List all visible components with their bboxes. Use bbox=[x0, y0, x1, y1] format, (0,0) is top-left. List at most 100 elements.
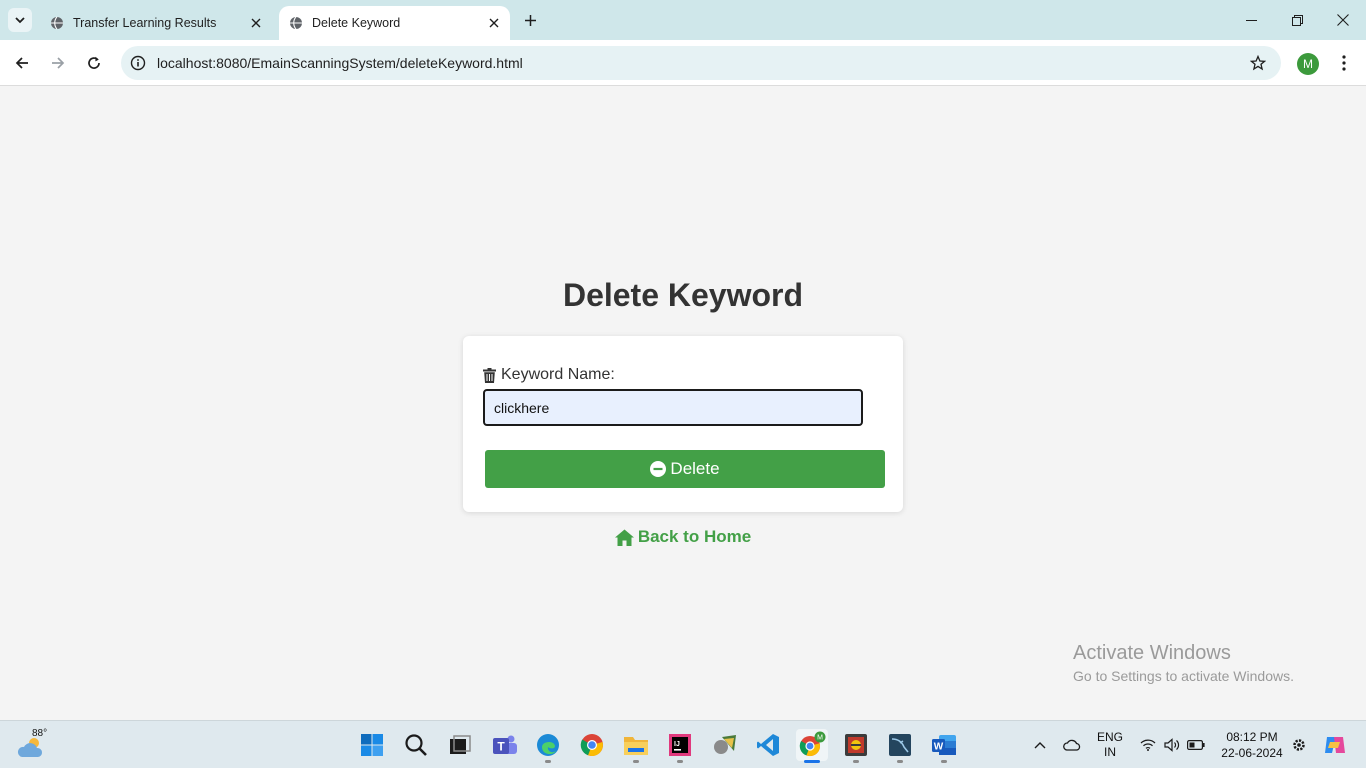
misc-app[interactable] bbox=[709, 729, 741, 761]
edge-icon bbox=[537, 734, 559, 756]
arrow-right-icon bbox=[52, 57, 65, 69]
minimize-button[interactable] bbox=[1228, 0, 1274, 40]
back-to-home-link[interactable]: Back to Home bbox=[614, 527, 752, 547]
focus-settings-button[interactable] bbox=[1288, 721, 1310, 768]
volume-icon bbox=[1164, 738, 1180, 752]
mysql-workbench-app[interactable] bbox=[884, 729, 916, 763]
search-icon bbox=[405, 734, 427, 756]
vscode-app[interactable] bbox=[752, 729, 784, 761]
start-button[interactable] bbox=[356, 729, 388, 761]
browser-menu-button[interactable] bbox=[1332, 49, 1356, 77]
svg-text:T: T bbox=[497, 740, 505, 754]
back-to-home-label: Back to Home bbox=[637, 527, 752, 546]
profile-avatar[interactable]: M bbox=[1297, 53, 1319, 75]
task-view-icon bbox=[450, 735, 471, 754]
intellij-app[interactable]: IJ bbox=[664, 729, 696, 763]
svg-text:IJ: IJ bbox=[674, 741, 680, 748]
keyword-name-label: Keyword Name: bbox=[483, 366, 615, 384]
teams-app[interactable]: T bbox=[489, 729, 521, 761]
running-indicator bbox=[853, 760, 859, 763]
tab-search-button[interactable] bbox=[8, 8, 32, 32]
app-icon bbox=[845, 734, 867, 756]
chrome-profile-icon: M bbox=[799, 731, 826, 757]
folder-icon bbox=[624, 737, 648, 755]
close-icon[interactable] bbox=[246, 13, 266, 33]
reload-icon bbox=[88, 56, 100, 69]
chevron-up-icon bbox=[1034, 742, 1046, 749]
site-info-icon[interactable] bbox=[123, 48, 153, 78]
minimize-icon bbox=[1245, 19, 1257, 21]
word-icon: W bbox=[932, 735, 956, 755]
browser-toolbar: localhost:8080/EmainScanningSystem/delet… bbox=[0, 40, 1366, 86]
activate-windows-watermark: Activate Windows Go to Settings to activ… bbox=[1073, 642, 1294, 684]
minus-circle-icon bbox=[650, 461, 667, 477]
close-window-button[interactable] bbox=[1320, 0, 1366, 40]
battery-button[interactable] bbox=[1185, 721, 1207, 768]
svg-text:M: M bbox=[817, 735, 823, 742]
home-icon bbox=[614, 529, 634, 546]
misc-app-2[interactable] bbox=[840, 729, 872, 763]
cloud-icon bbox=[1063, 739, 1081, 751]
keyword-name-input[interactable] bbox=[483, 389, 863, 426]
url-text[interactable]: localhost:8080/EmainScanningSystem/delet… bbox=[157, 55, 1243, 71]
wifi-button[interactable] bbox=[1137, 721, 1159, 768]
close-icon bbox=[1337, 14, 1349, 26]
input-language-button[interactable]: ENG IN bbox=[1093, 721, 1127, 768]
page-title: Delete Keyword bbox=[562, 277, 804, 313]
region-code: IN bbox=[1104, 745, 1116, 759]
close-icon[interactable] bbox=[484, 13, 504, 33]
back-link-container: Back to Home bbox=[0, 527, 1366, 547]
edge-app[interactable] bbox=[532, 729, 564, 763]
globe-icon bbox=[288, 15, 304, 31]
svg-text:W: W bbox=[934, 742, 944, 753]
tab-title: Transfer Learning Results bbox=[73, 16, 217, 30]
onedrive-button[interactable] bbox=[1060, 721, 1084, 768]
bookmark-star-icon[interactable] bbox=[1243, 48, 1273, 78]
wifi-icon bbox=[1140, 739, 1156, 751]
copilot-button[interactable] bbox=[1320, 721, 1350, 768]
volume-button[interactable] bbox=[1161, 721, 1183, 768]
file-explorer-app[interactable] bbox=[620, 729, 652, 763]
tab-title: Delete Keyword bbox=[312, 16, 401, 30]
app-icon bbox=[714, 735, 736, 754]
page-content: Delete Keyword Keyword Name: Delete Back… bbox=[0, 87, 1366, 720]
restore-button[interactable] bbox=[1274, 0, 1320, 40]
arrow-left-icon bbox=[15, 57, 28, 69]
weather-temp: 88° bbox=[32, 728, 48, 739]
running-indicator bbox=[804, 760, 820, 763]
address-bar[interactable]: localhost:8080/EmainScanningSystem/delet… bbox=[121, 46, 1281, 80]
reload-button[interactable] bbox=[80, 49, 108, 77]
battery-icon bbox=[1187, 740, 1205, 750]
clock-button[interactable]: 08:12 PM 22-06-2024 bbox=[1214, 721, 1290, 768]
clock-time: 08:12 PM bbox=[1226, 730, 1278, 744]
chrome-profile-app[interactable]: M bbox=[796, 729, 828, 763]
restore-icon bbox=[1291, 14, 1303, 26]
browser-tabstrip: Transfer Learning Results Delete Keyword bbox=[0, 0, 1366, 40]
running-indicator bbox=[545, 760, 551, 763]
delete-button[interactable]: Delete bbox=[485, 450, 885, 488]
copilot-icon bbox=[1325, 737, 1345, 753]
chevron-down-icon bbox=[15, 17, 25, 24]
teams-icon: T bbox=[493, 735, 517, 754]
show-hidden-icons-button[interactable] bbox=[1030, 721, 1050, 768]
running-indicator bbox=[897, 760, 903, 763]
watermark-title: Activate Windows bbox=[1073, 642, 1231, 664]
new-tab-button[interactable] bbox=[518, 8, 542, 32]
language-code: ENG bbox=[1096, 730, 1123, 744]
taskbar-search-button[interactable] bbox=[400, 729, 432, 761]
word-app[interactable]: W bbox=[928, 729, 960, 763]
back-button[interactable] bbox=[8, 49, 36, 77]
task-view-button[interactable] bbox=[444, 729, 476, 761]
trash-icon bbox=[483, 367, 496, 383]
tab-delete-keyword[interactable]: Delete Keyword bbox=[279, 6, 510, 40]
gear-icon bbox=[1293, 739, 1305, 751]
chrome-icon bbox=[580, 734, 603, 757]
forward-button[interactable] bbox=[44, 49, 72, 77]
mysql-workbench-icon bbox=[889, 734, 911, 756]
tab-transfer-learning[interactable]: Transfer Learning Results bbox=[40, 6, 272, 40]
chrome-app[interactable] bbox=[576, 729, 608, 761]
watermark-subtitle: Go to Settings to activate Windows. bbox=[1073, 668, 1294, 684]
running-indicator bbox=[941, 760, 947, 763]
taskbar: 88° T IJ M W ENG IN 08:12 PM 22-06-2024 bbox=[0, 720, 1366, 768]
plus-icon bbox=[524, 14, 536, 26]
